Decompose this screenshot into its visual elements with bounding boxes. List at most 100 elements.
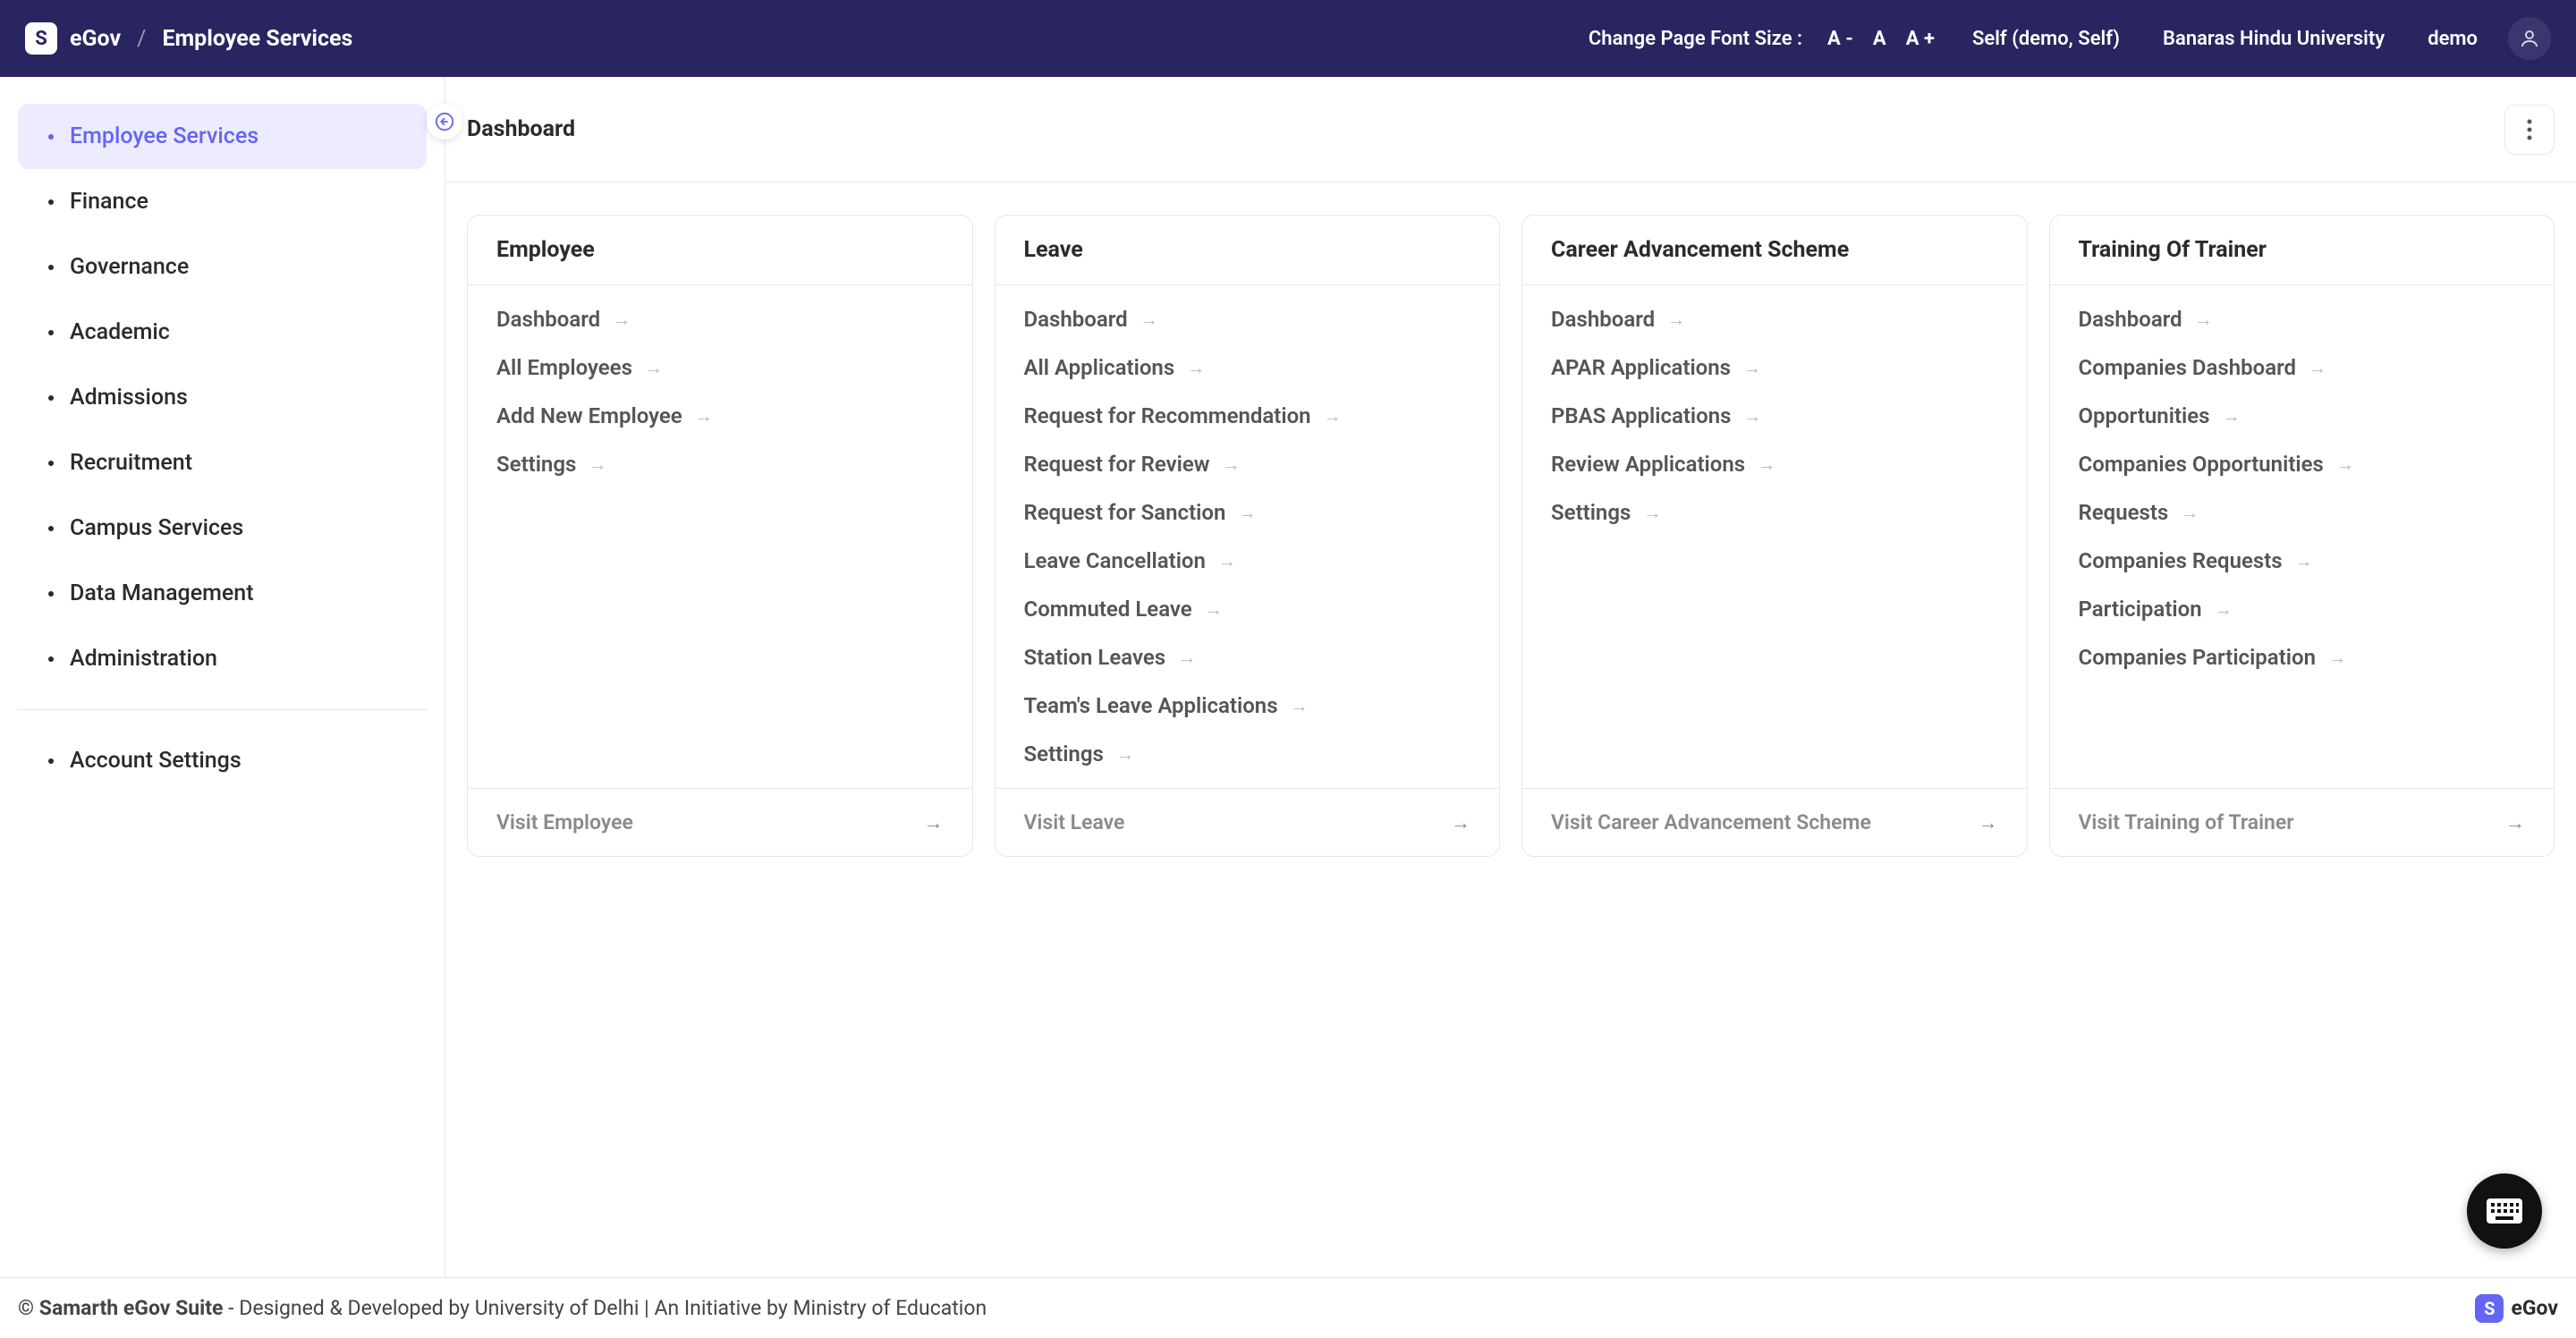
cards-row: EmployeeDashboard→All Employees→Add New … (445, 182, 2576, 889)
sidebar-collapse-button[interactable] (427, 104, 462, 140)
card-link-label: Station Leaves (1024, 645, 1166, 670)
sidebar-item-label: Academic (70, 319, 170, 345)
arrow-right-icon: → (2505, 811, 2525, 834)
font-reset-button[interactable]: A (1866, 28, 1894, 50)
sidebar-item-campus-services[interactable]: Campus Services (18, 495, 427, 561)
self-link[interactable]: Self (demo, Self) (1960, 28, 2132, 50)
logo-badge[interactable]: S (25, 22, 57, 55)
card-visit-link[interactable]: Visit Leave→ (996, 788, 1500, 856)
card-link-request-for-review[interactable]: Request for Review→ (1024, 452, 1471, 477)
sidebar-item-academic[interactable]: Academic (18, 300, 427, 365)
card-body: Dashboard→ APAR Applications→ PBAS Applica… (1522, 285, 2027, 788)
card-link-add-new-employee[interactable]: Add New Employee→ (496, 403, 944, 428)
app-header: S eGov / Employee Services Change Page F… (0, 0, 2576, 77)
arrow-left-circle-icon (435, 112, 454, 131)
card-visit-label: Visit Training of Trainer (2079, 810, 2294, 834)
card-link-leave-cancellation[interactable]: Leave Cancellation → (1024, 548, 1471, 573)
font-decrease-button[interactable]: A - (1820, 28, 1860, 50)
card-link-label: Settings (1551, 500, 1631, 525)
sidebar-item-employee-services[interactable]: Employee Services (18, 104, 427, 169)
arrow-right-icon: → (2295, 550, 2313, 572)
card-link-settings[interactable]: Settings→ (1551, 500, 1998, 525)
bullet-icon (48, 758, 54, 764)
card-link-requests[interactable]: Requests→ (2079, 500, 2526, 525)
sidebar-item-finance[interactable]: Finance (18, 169, 427, 234)
card-title: Training Of Trainer (2050, 216, 2555, 285)
card-link-settings[interactable]: Settings→ (496, 452, 944, 477)
card-link-commuted-leave[interactable]: Commuted Leave→ (1024, 597, 1471, 622)
card-link-settings[interactable]: Settings→ (1024, 741, 1471, 766)
card-link-dashboard[interactable]: Dashboard→ (1551, 307, 1998, 332)
user-name: demo (2415, 28, 2490, 50)
card-link-label: Review Applications (1551, 452, 1745, 477)
card-visit-link[interactable]: Visit Training of Trainer → (2050, 788, 2555, 856)
card-link-label: Leave Cancellation (1024, 548, 1206, 573)
font-increase-button[interactable]: A + (1899, 28, 1942, 50)
arrow-right-icon: → (1324, 405, 1342, 428)
sidebar-item-label: Finance (70, 189, 148, 215)
arrow-right-icon: → (1140, 309, 1158, 331)
arrow-right-icon: → (2195, 309, 2213, 331)
arrow-right-icon: → (924, 811, 944, 834)
arrow-right-icon: → (2215, 598, 2233, 621)
keyboard-icon (2487, 1197, 2522, 1225)
user-avatar-button[interactable] (2508, 17, 2551, 60)
sidebar-item-account-settings[interactable]: Account Settings (18, 728, 427, 793)
card-link-participation[interactable]: Participation→ (2079, 597, 2526, 622)
card-body: Dashboard→All Employees→Add New Employee… (468, 285, 972, 788)
card-link-label: APAR Applications (1551, 355, 1731, 380)
sidebar-item-recruitment[interactable]: Recruitment (18, 430, 427, 495)
arrow-right-icon: → (1291, 695, 1309, 717)
card-link-companies-participation[interactable]: Companies Participation→ (2079, 645, 2526, 670)
arrow-right-icon: → (2181, 502, 2199, 524)
card-link-label: Companies Dashboard (2079, 355, 2297, 380)
card-link-request-for-sanction[interactable]: Request for Sanction→ (1024, 500, 1471, 525)
card-body: Dashboard→Companies Dashboard→Opportunit… (2050, 285, 2555, 788)
card-link-all-employees[interactable]: All Employees→ (496, 355, 944, 380)
page-menu-button[interactable] (2504, 105, 2555, 155)
org-link[interactable]: Banaras Hindu University (2150, 28, 2397, 50)
logo-text[interactable]: eGov (70, 26, 121, 52)
arrow-right-icon: → (589, 453, 606, 476)
sidebar-item-data-management[interactable]: Data Management (18, 561, 427, 626)
sidebar-item-governance[interactable]: Governance (18, 234, 427, 300)
footer-brand[interactable]: S eGov (2475, 1294, 2558, 1323)
card-link-dashboard[interactable]: Dashboard→ (2079, 307, 2526, 332)
card-link-station-leaves[interactable]: Station Leaves→ (1024, 645, 1471, 670)
card-link-companies-opportunities[interactable]: Companies Opportunities→ (2079, 452, 2526, 477)
bullet-icon (48, 395, 54, 401)
bullet-icon (48, 199, 54, 205)
card-employee: EmployeeDashboard→All Employees→Add New … (467, 215, 973, 857)
card-link-request-for-recommendation[interactable]: Request for Recommendation→ (1024, 403, 1471, 428)
sidebar-item-admissions[interactable]: Admissions (18, 365, 427, 430)
footer: © Samarth eGov Suite - Designed & Develo… (0, 1277, 2576, 1338)
sidebar-item-label: Administration (70, 646, 217, 672)
card-link-label: Request for Review (1024, 452, 1210, 477)
sidebar-item-administration[interactable]: Administration (18, 626, 427, 691)
card-link-review-applications[interactable]: Review Applications→ (1551, 452, 1998, 477)
page-title: Dashboard (467, 116, 575, 142)
arrow-right-icon: → (1218, 550, 1236, 572)
arrow-right-icon: → (2328, 647, 2346, 669)
card-link-label: Dashboard (496, 307, 600, 332)
card-link-companies-dashboard[interactable]: Companies Dashboard→ (2079, 355, 2526, 380)
footer-copyright: © Samarth eGov Suite - Designed & Develo… (18, 1296, 987, 1320)
card-visit-link[interactable]: Visit Employee→ (468, 788, 972, 856)
bullet-icon (48, 526, 54, 531)
card-link-pbas-applications[interactable]: PBAS Applications→ (1551, 403, 1998, 428)
keyboard-fab[interactable] (2467, 1173, 2542, 1249)
breadcrumb-current[interactable]: Employee Services (162, 26, 352, 52)
card-visit-link[interactable]: Visit Career Advancement Scheme→ (1522, 788, 2027, 856)
card-career-advancement-scheme: Career Advancement SchemeDashboard→APAR … (1521, 215, 2028, 857)
card-link-team-s-leave-applications[interactable]: Team's Leave Applications → (1024, 693, 1471, 718)
card-link-dashboard[interactable]: Dashboard→ (1024, 307, 1471, 332)
card-link-dashboard[interactable]: Dashboard→ (496, 307, 944, 332)
card-link-all-applications[interactable]: All Applications→ (1024, 355, 1471, 380)
card-link-companies-requests[interactable]: Companies Requests→ (2079, 548, 2526, 573)
card-link-apar-applications[interactable]: APAR Applications→ (1551, 355, 1998, 380)
bullet-icon (48, 330, 54, 335)
card-link-opportunities[interactable]: Opportunities→ (2079, 403, 2526, 428)
card-link-label: Settings (1024, 741, 1104, 766)
card-link-label: Team's Leave Applications (1024, 693, 1278, 718)
page-header: Dashboard (445, 77, 2576, 182)
